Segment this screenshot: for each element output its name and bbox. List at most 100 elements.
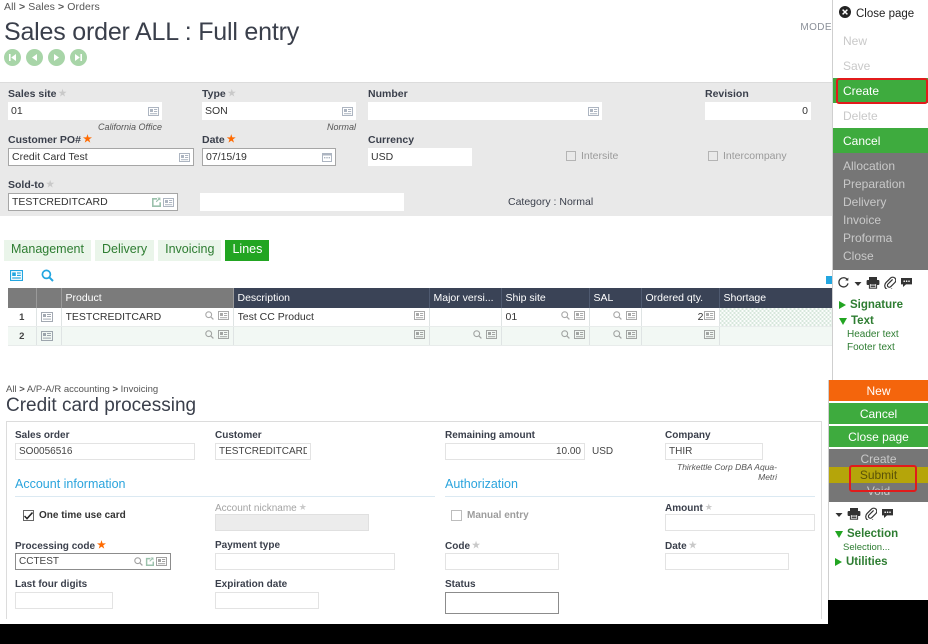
lookup-icon[interactable] (156, 557, 167, 566)
cell-ordered-qty[interactable]: 2 (641, 308, 719, 327)
lookup-icon[interactable] (588, 107, 599, 116)
cell-ship-site[interactable] (501, 327, 589, 346)
lookup-icon[interactable] (704, 330, 715, 342)
cell-description[interactable]: Test CC Product (233, 308, 429, 327)
table-row[interactable]: 2 (8, 327, 832, 346)
tab-lines[interactable]: Lines (225, 240, 269, 261)
remaining-amount-input[interactable]: 10.00 (445, 443, 585, 460)
grid-col-sal[interactable]: SAL (589, 288, 641, 308)
tab-invoicing[interactable]: Invoicing (158, 240, 221, 261)
refresh-icon[interactable] (837, 276, 850, 292)
revision-input[interactable]: 0 (705, 102, 811, 120)
number-input[interactable] (368, 102, 602, 120)
type-input[interactable]: SON (202, 102, 356, 120)
comment-icon[interactable] (900, 277, 913, 291)
lookup-icon[interactable] (704, 311, 715, 323)
search-icon[interactable] (205, 330, 214, 342)
currency-input[interactable]: USD (368, 148, 472, 166)
customer-po-input[interactable]: Credit Card Test (8, 148, 194, 166)
manual-entry-checkbox[interactable]: Manual entry (451, 510, 529, 521)
table-row[interactable]: 1 TESTCREDITCARD Test CC Produc (8, 308, 832, 327)
cell-sal[interactable] (589, 327, 641, 346)
breadcrumb-item-ap-ar[interactable]: A/P-A/R accounting (27, 384, 110, 395)
previous-record-icon[interactable] (26, 49, 43, 66)
print-icon[interactable] (866, 276, 880, 292)
amount-input[interactable] (665, 514, 815, 531)
lookup-icon[interactable] (414, 330, 425, 342)
search-icon[interactable] (561, 330, 570, 342)
header-text-link[interactable]: Header text (833, 328, 928, 341)
attachment-icon[interactable] (884, 276, 896, 292)
lookup-icon[interactable] (486, 330, 497, 342)
sold-to-name-input[interactable] (200, 193, 404, 211)
expiration-date-input[interactable] (215, 592, 319, 609)
close-page-button[interactable]: Close page (829, 426, 928, 447)
calendar-icon[interactable] (322, 152, 332, 162)
one-time-use-card-checkbox[interactable]: One time use card (23, 510, 126, 521)
submit-action[interactable]: Submit (829, 467, 928, 483)
grid-col-ordered-qty[interactable]: Ordered qty. (641, 288, 719, 308)
tab-delivery[interactable]: Delivery (95, 240, 154, 261)
search-icon[interactable] (41, 269, 54, 285)
customer-input[interactable]: TESTCREDITCARD (215, 443, 311, 460)
cell-sal[interactable] (589, 308, 641, 327)
lookup-icon[interactable] (148, 107, 159, 116)
breadcrumb-item-all[interactable]: All (6, 384, 17, 395)
cancel-button[interactable]: Cancel (833, 128, 928, 153)
lookup-icon[interactable] (414, 311, 425, 323)
lookup-icon[interactable] (574, 311, 585, 323)
section-text[interactable]: Text (833, 312, 928, 328)
lookup-icon[interactable] (342, 107, 353, 116)
section-utilities[interactable]: Utilities (829, 554, 928, 569)
cell-product[interactable] (61, 327, 233, 346)
grid-col-description[interactable]: Description (233, 288, 429, 308)
caret-down-icon[interactable] (835, 509, 843, 521)
last-four-digits-input[interactable] (15, 592, 113, 609)
cell-ship-site[interactable]: 01 (501, 308, 589, 327)
breadcrumb-item-all[interactable]: All (4, 1, 16, 13)
grid-col-product[interactable]: Product (61, 288, 233, 308)
open-record-icon[interactable] (151, 197, 161, 207)
comment-icon[interactable] (881, 508, 894, 522)
cell-description[interactable] (233, 327, 429, 346)
intercompany-checkbox[interactable]: Intercompany (708, 150, 787, 162)
sold-to-input[interactable]: TESTCREDITCARD (8, 193, 178, 211)
date-input[interactable]: 07/15/19 (202, 148, 336, 166)
lookup-icon[interactable] (574, 330, 585, 342)
caret-down-icon[interactable] (854, 278, 862, 290)
cell-major-version[interactable] (429, 327, 501, 346)
close-page-button[interactable]: Close page (833, 0, 928, 28)
grid-col-actions[interactable] (36, 288, 61, 308)
row-action-cell[interactable] (36, 308, 61, 327)
search-icon[interactable] (613, 311, 622, 323)
first-record-icon[interactable] (4, 49, 21, 66)
status-input[interactable] (445, 592, 559, 614)
search-icon[interactable] (613, 330, 622, 342)
lookup-icon[interactable] (626, 311, 637, 323)
open-record-icon[interactable] (145, 557, 154, 566)
lookup-icon[interactable] (179, 153, 190, 162)
lookup-icon[interactable] (218, 311, 229, 323)
search-icon[interactable] (473, 330, 482, 342)
footer-text-link[interactable]: Footer text (833, 341, 928, 354)
breadcrumb-item-sales[interactable]: Sales (28, 1, 55, 13)
breadcrumb-item-invoicing[interactable]: Invoicing (121, 384, 159, 395)
cell-ordered-qty[interactable] (641, 327, 719, 346)
last-record-icon[interactable] (70, 49, 87, 66)
selection-link[interactable]: Selection... (829, 541, 928, 554)
search-icon[interactable] (205, 311, 214, 323)
sales-site-input[interactable]: 01 (8, 102, 162, 120)
row-action-cell[interactable] (36, 327, 61, 346)
grid-col-rownum[interactable] (8, 288, 36, 308)
cell-major-version[interactable] (429, 308, 501, 327)
breadcrumb-item-orders[interactable]: Orders (67, 1, 100, 13)
attachment-icon[interactable] (865, 507, 877, 523)
print-icon[interactable] (847, 507, 861, 523)
tab-management[interactable]: Management (4, 240, 91, 261)
code-input[interactable] (445, 553, 559, 570)
company-input[interactable]: THIR (665, 443, 763, 460)
cell-product[interactable]: TESTCREDITCARD (61, 308, 233, 327)
sales-order-input[interactable]: SO0056516 (15, 443, 195, 460)
cancel-button[interactable]: Cancel (829, 403, 928, 424)
search-icon[interactable] (134, 557, 143, 566)
